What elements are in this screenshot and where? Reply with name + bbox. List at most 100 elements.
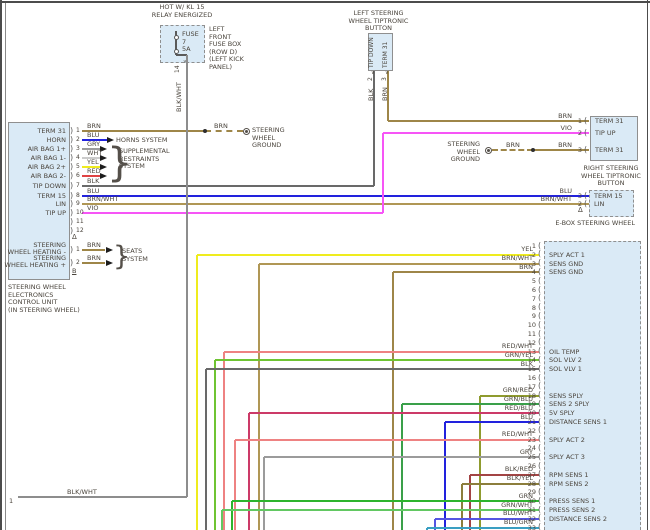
connector-mark-a: Δ bbox=[72, 234, 77, 242]
pin-number: 11 bbox=[76, 219, 84, 225]
pin-bracket: ( bbox=[538, 409, 541, 417]
terminal-label: PRESS SENS 2 bbox=[549, 507, 595, 514]
wire-label: GRN/RED bbox=[413, 387, 533, 394]
fuse-box-title-line1: HOT W/ KL 15 bbox=[136, 4, 228, 11]
pin-bracket: ( bbox=[538, 391, 541, 399]
arrow-right-icon bbox=[106, 247, 113, 253]
ground-left-wire-label: BRN bbox=[214, 123, 228, 130]
wire bbox=[382, 133, 384, 213]
frame-top bbox=[0, 1, 650, 3]
terminal-label: SENS SPLY bbox=[549, 393, 583, 400]
wire bbox=[392, 272, 394, 530]
wire bbox=[82, 262, 105, 264]
terminal-label: SENS 2 SPLY bbox=[549, 401, 589, 408]
pin-bracket: ( bbox=[538, 435, 541, 443]
pin-number: 8 bbox=[416, 305, 536, 312]
pin-bracket: ( bbox=[538, 488, 541, 496]
pin-number: 9 bbox=[416, 313, 536, 320]
wire-label: GRN/BLU bbox=[413, 396, 533, 403]
terminal-label: AIR BAG 1- bbox=[0, 155, 66, 162]
terminal-label: TIP UP bbox=[0, 210, 66, 217]
terminal-label: DISTANCE SENS 2 bbox=[549, 516, 607, 523]
wire-label: BRN bbox=[382, 87, 389, 101]
pin-bracket: ( bbox=[538, 497, 541, 505]
control-unit-title-line1: STEERING WHEEL bbox=[8, 284, 66, 291]
pin-bracket: ) bbox=[70, 200, 73, 208]
pin-bracket: ( bbox=[584, 200, 587, 208]
wire bbox=[248, 413, 250, 530]
pin-number: 2 bbox=[76, 137, 80, 143]
fuse-label-line1: FUSE bbox=[182, 31, 199, 38]
connector-break-icon: ∨ bbox=[183, 60, 187, 65]
wire bbox=[234, 440, 236, 530]
pin-bracket: ( bbox=[538, 374, 541, 382]
arrow-right-icon bbox=[100, 173, 107, 179]
wire-label: BRN bbox=[87, 255, 101, 262]
ground-right-label-line3: GROUND bbox=[430, 156, 480, 163]
wire bbox=[214, 360, 216, 530]
pin-number: 6 bbox=[76, 173, 80, 179]
pin-number: 10 bbox=[76, 210, 84, 216]
pin-number: 3 bbox=[76, 146, 80, 152]
pin-number: 7 bbox=[416, 296, 536, 303]
fuse-location-line5: (LEFT KICK bbox=[209, 56, 244, 63]
wire-label: RED/WHT bbox=[413, 343, 533, 350]
pin-number: 5 bbox=[416, 278, 536, 285]
wire-label: BRN bbox=[452, 142, 572, 149]
control-unit-title-line4: (IN STEERING WHEEL) bbox=[8, 307, 80, 314]
pin-bracket: ) bbox=[70, 127, 73, 135]
wire bbox=[205, 130, 243, 132]
terminal-label: LIN bbox=[594, 201, 604, 208]
wire bbox=[18, 496, 187, 498]
pin-bracket: ( bbox=[538, 462, 541, 470]
terminal-label: PRESS SENS 1 bbox=[549, 498, 595, 505]
pin-bracket: ) bbox=[70, 136, 73, 144]
pin-bracket: ) bbox=[70, 246, 73, 254]
terminal-label: TIP DOWN bbox=[0, 183, 66, 190]
wire-label: BLU bbox=[87, 132, 100, 139]
arrow-right-icon bbox=[106, 260, 113, 266]
wire-label: BRN/WHT bbox=[413, 255, 533, 262]
ground-left-label-line1: STEERING bbox=[252, 127, 285, 134]
pin-bracket: ( bbox=[538, 470, 541, 478]
wire-label: BLK bbox=[368, 89, 375, 101]
pin-bracket: ) bbox=[70, 163, 73, 171]
pin-bracket: ( bbox=[538, 268, 541, 276]
terminal-label: TERM 15 bbox=[594, 193, 623, 200]
terminal-label: SPLY ACT 3 bbox=[549, 454, 585, 461]
ground-left-label-line3: GROUND bbox=[252, 142, 281, 149]
wire bbox=[186, 55, 188, 497]
terminal-label: OIL TEMP bbox=[549, 349, 579, 356]
pin-bracket: ( bbox=[538, 426, 541, 434]
ebox-label: E-BOX STEERING WHEEL bbox=[485, 220, 635, 227]
terminal-label: TIP UP bbox=[595, 130, 616, 137]
pin-number: 6 bbox=[416, 287, 536, 294]
wire bbox=[82, 249, 105, 251]
pin-bracket: ( bbox=[538, 312, 541, 320]
wire-label: GRN bbox=[413, 493, 533, 500]
pin-bracket: ( bbox=[538, 321, 541, 329]
terminal-label: LIN bbox=[0, 201, 66, 208]
ground-icon bbox=[243, 128, 250, 135]
wire-label: VIO bbox=[452, 125, 572, 132]
terminal-label: AIR BAG 2+ bbox=[0, 164, 66, 171]
pin-bracket: ( bbox=[538, 382, 541, 390]
wire-label: BRN bbox=[413, 264, 533, 271]
pin-number: 1 bbox=[76, 247, 80, 253]
terminal-label: SOL VLV 1 bbox=[549, 366, 582, 373]
fuse-location-line1: LEFT bbox=[209, 26, 224, 33]
pin-bracket: ) bbox=[70, 209, 73, 217]
pin-bracket: ) bbox=[70, 218, 73, 226]
bottom-wire-label: BLK/WHT bbox=[67, 489, 97, 496]
pin-number: 5 bbox=[76, 164, 80, 170]
wire bbox=[263, 457, 265, 530]
wire-label: BLU/WHT bbox=[413, 510, 533, 517]
brace: } bbox=[113, 243, 130, 270]
pin-bracket: ( bbox=[538, 506, 541, 514]
pin-bracket: ( bbox=[538, 242, 541, 250]
pin-number: 8 bbox=[76, 193, 80, 199]
wire-label: VIO bbox=[87, 205, 98, 212]
fuse-terminal-icon bbox=[174, 49, 179, 54]
pin-number: 1 bbox=[76, 128, 80, 134]
terminal-label: HORN bbox=[0, 137, 66, 144]
